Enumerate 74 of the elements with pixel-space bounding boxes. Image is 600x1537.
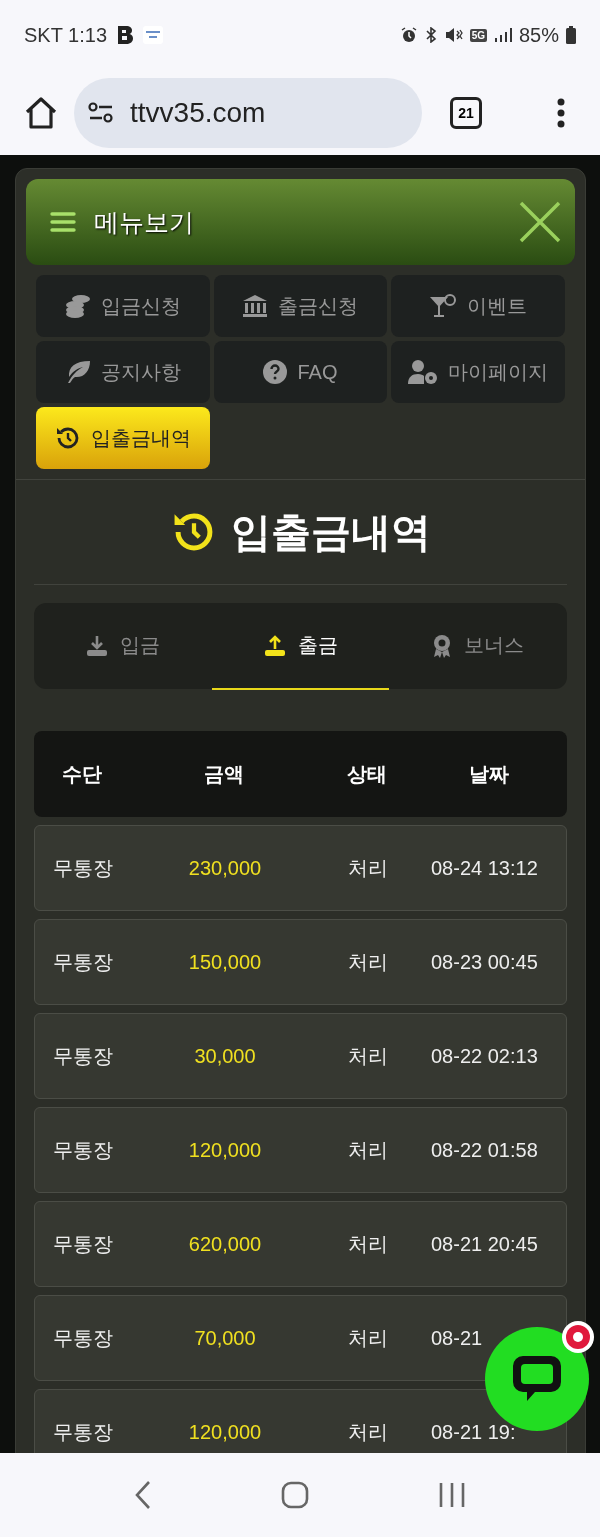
table-cell-text: 무통장 <box>51 855 114 881</box>
table-cell-text: 08-23 00:45 <box>430 950 539 974</box>
alarm-icon <box>400 27 417 43</box>
tab[interactable]: 출금 <box>211 603 390 690</box>
more-icon[interactable] <box>556 97 566 128</box>
bluetooth-icon <box>423 27 438 43</box>
table-cell-text: 무통장 <box>51 949 114 975</box>
column-header: 날짜 <box>468 761 510 787</box>
table-cell-text: 처리 <box>346 1325 389 1351</box>
table-cell-text: 무통장 <box>51 1043 114 1069</box>
network-badge: 5G <box>469 28 487 42</box>
table-cell-text: 150,000 <box>187 950 263 974</box>
menu-item[interactable]: 입출금내역 <box>36 407 210 469</box>
address-bar[interactable]: ttvv35.com <box>74 77 422 148</box>
table-cell-text: 처리 <box>346 1043 389 1069</box>
url-text: ttvv35.com <box>130 96 266 129</box>
table-cell-text: 08-22 02:13 <box>430 1044 539 1068</box>
table-cell-text: 처리 <box>346 1231 389 1257</box>
table-cell-text: 처리 <box>346 855 389 881</box>
site-settings-icon[interactable] <box>88 101 114 124</box>
table-cell-text: 무통장 <box>51 1137 114 1163</box>
table-cell-text: 처리 <box>346 1137 389 1163</box>
coins-icon <box>64 294 91 318</box>
table-cell-text: 08-21 20:45 <box>430 1232 539 1256</box>
question-icon <box>263 360 288 384</box>
close-icon[interactable] <box>519 201 561 243</box>
history-icon <box>54 425 81 451</box>
recent-apps-icon[interactable] <box>437 1481 466 1509</box>
menu-item[interactable]: 출금신청 <box>213 275 388 337</box>
home-button-icon[interactable] <box>281 1481 309 1509</box>
column-header: 상태 <box>345 761 388 787</box>
tab-count-button[interactable]: 21 <box>450 96 482 129</box>
award-icon <box>432 633 453 658</box>
tab[interactable]: 입금 <box>34 603 212 690</box>
mute-icon <box>444 27 463 43</box>
tab[interactable]: 보너스 <box>389 603 567 690</box>
table-cell-text: 무통장 <box>51 1325 114 1351</box>
table-cell-text: 08-24 13:12 <box>430 856 539 880</box>
table-cell-text: 120,000 <box>187 1138 263 1162</box>
table-cell-text: 70,000 <box>193 1326 257 1350</box>
battery-level: 85% <box>518 23 559 47</box>
bank-icon <box>242 294 269 318</box>
menu-item[interactable]: 마이페이지 <box>391 341 565 403</box>
download-icon <box>85 634 108 657</box>
battery-icon <box>566 26 576 44</box>
user-gear-icon <box>408 359 439 385</box>
table-cell-text: 120,000 <box>187 1420 263 1444</box>
back-icon[interactable] <box>134 1480 153 1510</box>
table-cell-text: 08-21 <box>430 1326 484 1350</box>
table-cell-text: 무통장 <box>51 1419 114 1445</box>
table-cell-text: 620,000 <box>187 1232 263 1256</box>
upload-icon <box>263 634 286 657</box>
page-title: 입출금내역 <box>230 508 431 556</box>
carrier-time: SKT 1:13 <box>24 23 108 47</box>
column-header: 금액 <box>203 761 245 787</box>
menu-title: 메뉴보기 <box>94 206 195 238</box>
table-cell-text: 30,000 <box>193 1044 257 1068</box>
menu-item[interactable]: 이벤트 <box>391 275 565 337</box>
app-icon <box>143 26 164 44</box>
menu-icon[interactable] <box>50 211 76 233</box>
table-cell-text: 08-21 19: <box>430 1420 517 1444</box>
table-cell-text: 처리 <box>346 1419 389 1445</box>
table-cell-text: 무통장 <box>51 1231 114 1257</box>
menu-item[interactable]: 입금신청 <box>36 275 210 337</box>
table-cell-text: 처리 <box>346 949 389 975</box>
table-cell-text: 230,000 <box>187 856 263 880</box>
b-app-icon <box>116 25 135 45</box>
table-cell-text: 08-22 01:58 <box>430 1138 539 1162</box>
home-icon[interactable] <box>24 95 58 130</box>
menu-item[interactable]: FAQ <box>213 341 388 403</box>
signal-icon <box>493 28 512 42</box>
column-header: 수단 <box>60 761 103 787</box>
menu-item[interactable]: 공지사항 <box>36 341 210 403</box>
cocktail-icon <box>429 294 458 318</box>
